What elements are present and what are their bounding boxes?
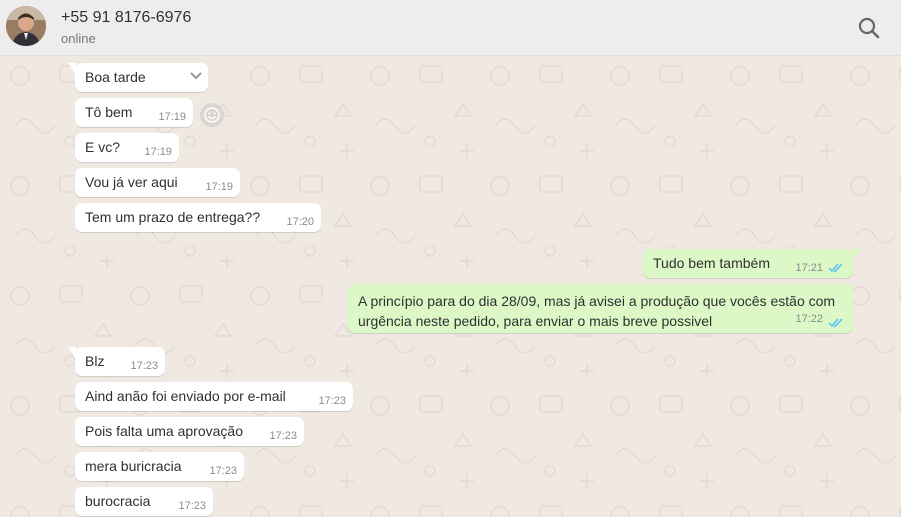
message-text: Boa tarde xyxy=(85,69,146,85)
message-time: 17:23 xyxy=(130,360,158,372)
contact-name[interactable]: +55 91 8176-6976 xyxy=(61,9,191,27)
message-bubble[interactable]: mera buricracia 17:23 xyxy=(75,452,244,481)
message-bubble[interactable]: E vc? 17:19 xyxy=(75,133,179,162)
message-time: 17:19 xyxy=(205,181,233,193)
message-text: Vou já ver aqui xyxy=(85,174,178,190)
avatar[interactable] xyxy=(6,6,46,46)
chat-header: +55 91 8176-6976 online xyxy=(0,0,901,56)
message-time: 17:23 xyxy=(209,465,237,477)
message-text: Tô bem xyxy=(85,104,133,120)
message-text: mera buricracia xyxy=(85,458,182,474)
contact-status: online xyxy=(61,31,96,46)
message-text: Aind anão foi enviado por e-mail xyxy=(85,388,286,404)
message-time: 17:23 xyxy=(269,430,297,442)
message-text: Tudo bem também xyxy=(653,255,770,271)
bubble-tail xyxy=(852,249,860,261)
bubble-tail xyxy=(68,63,76,75)
search-icon[interactable] xyxy=(856,15,882,41)
bubble-tail xyxy=(68,347,76,359)
double-check-icon xyxy=(828,318,843,328)
message-bubble[interactable]: Vou já ver aqui 17:19 xyxy=(75,168,240,197)
message-bubble[interactable]: Tô bem 17:19 xyxy=(75,98,193,127)
emoji-reaction-icon[interactable] xyxy=(200,103,224,127)
message-time: 17:23 xyxy=(318,395,346,407)
message-text: Pois falta uma aprovação xyxy=(85,423,243,439)
message-bubble[interactable]: Blz 17:23 xyxy=(68,347,165,376)
message-bubble[interactable]: burocracia 17:23 xyxy=(75,487,213,516)
message-text-line: urgência neste pedido, para enviar o mai… xyxy=(358,313,713,329)
message-time: 17:23 xyxy=(178,500,206,512)
message-bubble[interactable]: Pois falta uma aprovação 17:23 xyxy=(75,417,304,446)
message-text: Blz xyxy=(85,353,105,369)
double-check-icon xyxy=(828,263,843,273)
message-text: E vc? xyxy=(85,139,121,155)
message-time: 17:22 xyxy=(795,313,823,325)
message-text-line: A princípio para do dia 28/09, mas já av… xyxy=(358,293,836,309)
chat-area[interactable]: Boa tarde Tô bem 17:19 E vc? 17:19 Vou j… xyxy=(0,56,901,517)
message-time: 17:21 xyxy=(795,262,823,274)
message-text: burocracia xyxy=(85,493,151,509)
chevron-down-icon[interactable] xyxy=(189,71,203,81)
message-text: Tem um prazo de entrega?? xyxy=(85,209,261,225)
message-bubble[interactable]: Aind anão foi enviado por e-mail 17:23 xyxy=(75,382,353,411)
message-time: 17:20 xyxy=(286,216,314,228)
message-bubble[interactable]: Tem um prazo de entrega?? 17:20 xyxy=(75,203,321,232)
message-bubble[interactable]: Tudo bem também 17:21 xyxy=(643,249,860,278)
message-time: 17:19 xyxy=(158,111,186,123)
message-bubble[interactable]: Boa tarde xyxy=(68,63,208,92)
message-bubble[interactable]: A princípio para do dia 28/09, mas já av… xyxy=(348,284,853,333)
message-time: 17:19 xyxy=(144,146,172,158)
